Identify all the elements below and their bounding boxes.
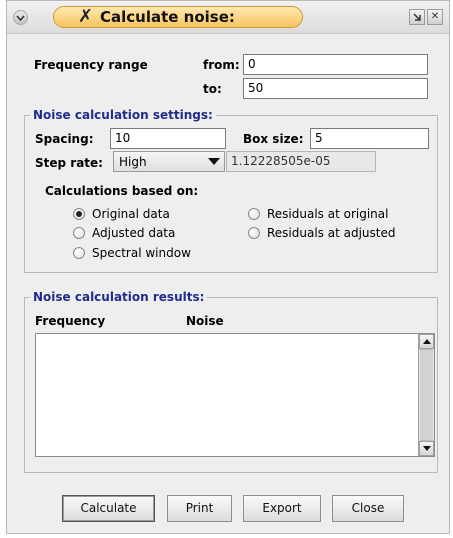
radio-residuals-adjusted[interactable]: Residuals at adjusted	[248, 225, 395, 241]
from-label: from:	[203, 58, 240, 72]
settings-group-title: Noise calculation settings:	[30, 108, 216, 122]
step-rate-label: Step rate:	[35, 156, 103, 170]
scroll-up-button[interactable]	[419, 334, 434, 349]
export-button[interactable]: Export	[243, 495, 321, 522]
step-rate-select[interactable]: High	[113, 151, 225, 172]
radio-adjusted-data[interactable]: Adjusted data	[73, 225, 175, 241]
radio-icon[interactable]	[73, 227, 85, 239]
dropdown-arrow-icon	[208, 158, 220, 165]
radio-label: Residuals at original	[267, 207, 389, 221]
radio-icon[interactable]	[248, 227, 260, 239]
calculate-button[interactable]: Calculate	[62, 495, 155, 522]
step-rate-value: 1.12228505e-05	[226, 151, 376, 172]
column-header-noise[interactable]: Noise	[186, 314, 224, 328]
calculate-noise-dialog: ✗ Calculate noise: ✕ Frequency range fro…	[6, 0, 450, 534]
radio-label: Original data	[92, 207, 170, 221]
close-button[interactable]: Close	[332, 495, 404, 522]
to-input[interactable]: 50	[243, 78, 428, 99]
scroll-track[interactable]	[420, 349, 433, 441]
spacing-label: Spacing:	[35, 132, 94, 146]
column-header-frequency[interactable]: Frequency	[35, 314, 105, 328]
spacing-input[interactable]: 10	[110, 128, 226, 149]
radio-label: Adjusted data	[92, 226, 176, 240]
radio-original-data[interactable]: Original data	[73, 206, 170, 222]
radio-residuals-original[interactable]: Residuals at original	[248, 206, 388, 222]
arrow-down-icon	[423, 446, 431, 451]
vertical-scrollbar[interactable]	[418, 334, 434, 456]
box-size-label: Box size:	[243, 132, 304, 146]
window-title-pill: ✗ Calculate noise:	[53, 6, 303, 28]
frequency-range-label: Frequency range	[34, 58, 148, 72]
arrow-up-icon	[423, 339, 431, 344]
close-icon[interactable]: ✕	[427, 9, 443, 25]
to-label: to:	[203, 82, 222, 96]
print-button[interactable]: Print	[167, 495, 232, 522]
radio-icon[interactable]	[73, 247, 85, 259]
scroll-down-button[interactable]	[419, 441, 434, 456]
radio-label: Residuals at adjusted	[267, 226, 396, 240]
corner-arrow-icon[interactable]	[409, 9, 425, 25]
radio-label: Spectral window	[92, 246, 191, 260]
radio-spectral-window[interactable]: Spectral window	[73, 245, 191, 261]
x-app-icon: ✗	[78, 6, 94, 27]
results-group-title: Noise calculation results:	[30, 290, 208, 304]
step-rate-selected: High	[119, 155, 147, 169]
window-title: Calculate noise:	[100, 8, 235, 26]
results-list[interactable]	[35, 333, 435, 457]
chevron-down-icon[interactable]	[13, 10, 28, 25]
from-input[interactable]: 0	[243, 54, 428, 75]
box-size-input[interactable]: 5	[310, 128, 429, 149]
based-on-label: Calculations based on:	[45, 184, 199, 198]
title-bar[interactable]: ✗ Calculate noise: ✕	[7, 1, 449, 34]
radio-checked-icon[interactable]	[73, 208, 85, 220]
radio-icon[interactable]	[248, 208, 260, 220]
